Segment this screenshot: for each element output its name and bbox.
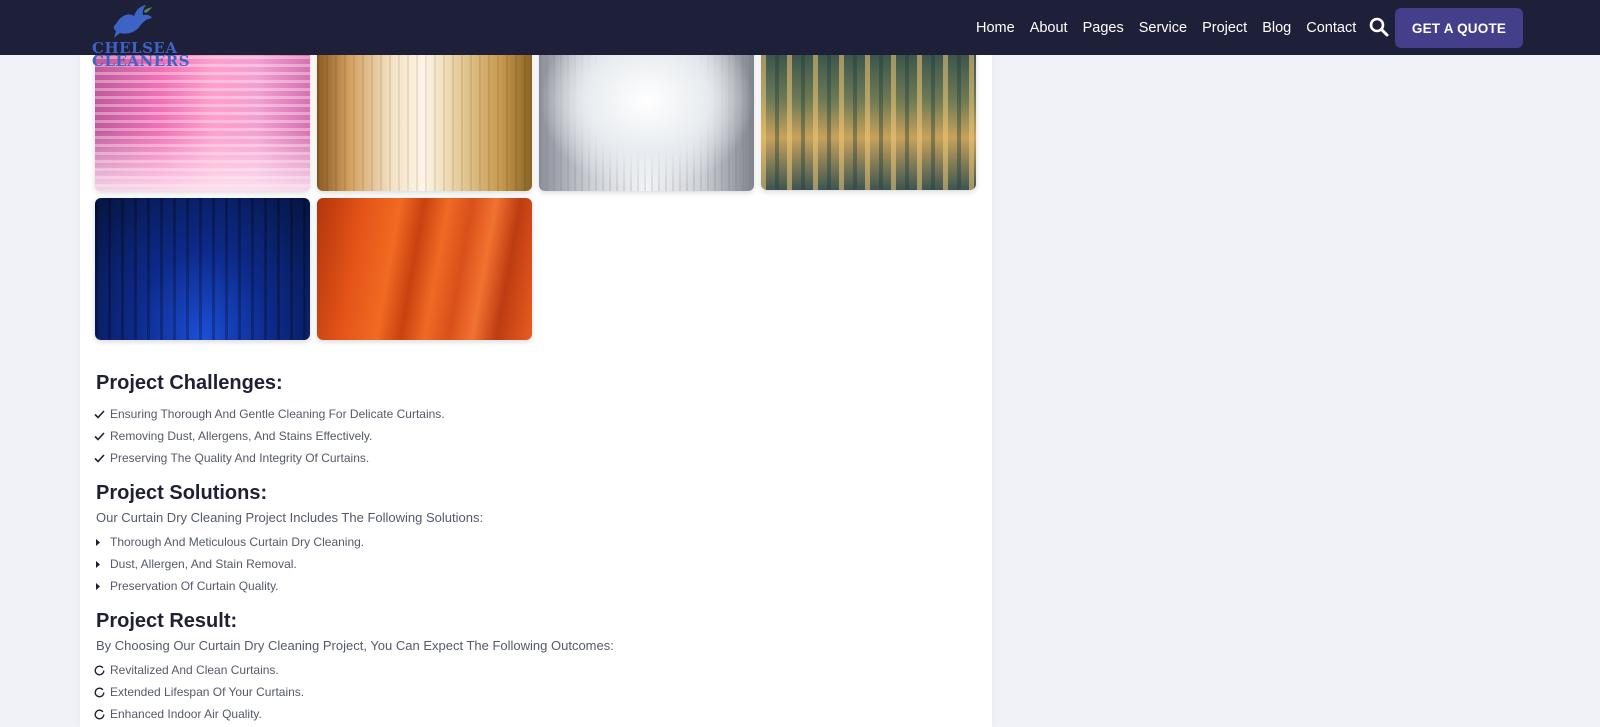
nav-service[interactable]: Service: [1139, 20, 1187, 36]
list-item-text: Ensuring Thorough And Gentle Cleaning Fo…: [110, 407, 445, 421]
list-item-text: Preserving The Quality And Integrity Of …: [110, 451, 370, 465]
circle-icon: [94, 686, 110, 698]
main-nav: Home About Pages Service Project Blog Co…: [976, 0, 1371, 55]
gallery-image-golden-blinds[interactable]: [761, 40, 976, 190]
challenges-list: Ensuring Thorough And Gentle Cleaning Fo…: [94, 403, 445, 469]
search-icon[interactable]: [1369, 17, 1389, 37]
list-item: Enhanced Indoor Air Quality.: [94, 703, 304, 725]
get-a-quote-button[interactable]: GET A QUOTE: [1395, 8, 1523, 48]
check-icon: [94, 453, 110, 463]
check-icon: [94, 431, 110, 441]
challenges-title: Project Challenges:: [96, 372, 283, 394]
gallery-image-blue-curtain[interactable]: [95, 198, 310, 340]
logo-text: CHELSEA CLEANERS: [92, 41, 190, 70]
list-item: Preservation Of Curtain Quality.: [94, 575, 364, 597]
caret-right-icon: [94, 538, 110, 547]
list-item-text: Preservation Of Curtain Quality.: [110, 579, 279, 593]
list-item: Removing Dust, Allergens, And Stains Eff…: [94, 425, 445, 447]
list-item: Dust, Allergen, And Stain Removal.: [94, 553, 364, 575]
list-item: Thorough And Meticulous Curtain Dry Clea…: [94, 531, 364, 553]
nav-blog[interactable]: Blog: [1262, 20, 1291, 36]
list-item: Extended Lifespan Of Your Curtains.: [94, 681, 304, 703]
list-item-text: Extended Lifespan Of Your Curtains.: [110, 685, 305, 699]
nav-about[interactable]: About: [1030, 20, 1068, 36]
check-icon: [94, 409, 110, 419]
list-item-text: Enhanced Indoor Air Quality.: [110, 707, 262, 721]
solutions-intro: Our Curtain Dry Cleaning Project Include…: [96, 510, 484, 525]
result-list: Revitalized And Clean Curtains. Extended…: [94, 659, 304, 725]
solutions-title: Project Solutions:: [96, 482, 268, 504]
site-header: CHELSEA CLEANERS Home About Pages Servic…: [0, 0, 1600, 69]
nav-pages[interactable]: Pages: [1083, 20, 1124, 36]
logo-text-line2: CLEANERS: [92, 52, 190, 70]
circle-icon: [94, 664, 110, 676]
list-item: Preserving The Quality And Integrity Of …: [94, 447, 445, 469]
result-intro: By Choosing Our Curtain Dry Cleaning Pro…: [96, 638, 614, 653]
logo[interactable]: CHELSEA CLEANERS: [92, 0, 190, 70]
caret-right-icon: [94, 560, 110, 569]
gallery-image-orange-curtain[interactable]: [317, 198, 532, 340]
list-item-text: Thorough And Meticulous Curtain Dry Clea…: [110, 535, 365, 549]
dove-icon: [113, 5, 152, 38]
list-item-text: Revitalized And Clean Curtains.: [110, 663, 279, 677]
list-item: Revitalized And Clean Curtains.: [94, 659, 304, 681]
result-title: Project Result:: [96, 610, 238, 632]
list-item: Ensuring Thorough And Gentle Cleaning Fo…: [94, 403, 445, 425]
nav-project[interactable]: Project: [1202, 20, 1247, 36]
list-item-text: Removing Dust, Allergens, And Stains Eff…: [110, 429, 373, 443]
list-item-text: Dust, Allergen, And Stain Removal.: [110, 557, 297, 571]
nav-home[interactable]: Home: [976, 20, 1015, 36]
solutions-list: Thorough And Meticulous Curtain Dry Clea…: [94, 531, 364, 597]
project-details-card: Project Challenges: Ensuring Thorough An…: [80, 0, 992, 727]
gallery-image-beige-curtains[interactable]: [317, 40, 532, 191]
gallery-image-white-curtains[interactable]: [539, 40, 754, 191]
caret-right-icon: [94, 582, 110, 591]
nav-contact[interactable]: Contact: [1306, 20, 1356, 36]
circle-icon: [94, 708, 110, 720]
